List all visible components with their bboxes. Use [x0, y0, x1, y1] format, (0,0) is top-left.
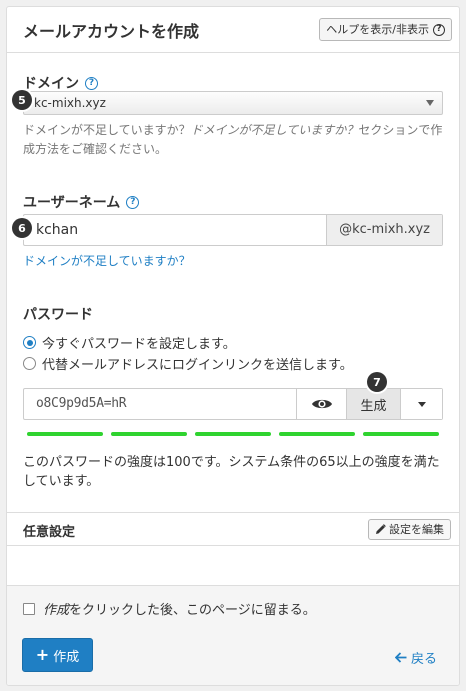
strength-segment	[279, 432, 355, 436]
form-footer: 作成をクリックした後、このページに留まる。 + 作成 戻る	[7, 585, 459, 685]
username-help-icon[interactable]: ?	[126, 195, 140, 209]
radio-set-password-now[interactable]: 今すぐパスワードを設定します。	[23, 333, 236, 352]
create-button[interactable]: + 作成	[22, 638, 93, 672]
password-strength-text: このパスワードの強度は100です。システム条件の65以上の強度を満たしています。	[23, 455, 440, 489]
eye-icon	[311, 399, 332, 409]
step-badge-7: 7	[367, 372, 387, 392]
edit-settings-button[interactable]: 設定を編集	[368, 519, 451, 540]
checkbox[interactable]	[23, 602, 35, 615]
domain-label-text: ドメイン	[23, 76, 79, 92]
domain-help-part1: ドメインが不足していますか？	[23, 123, 191, 137]
edit-settings-label: 設定を編集	[389, 523, 444, 536]
create-button-label: 作成	[53, 649, 80, 665]
strength-segment	[363, 432, 439, 436]
back-link[interactable]: 戻る	[394, 648, 437, 667]
toggle-help-label: ヘルプを表示/非表示	[326, 23, 429, 36]
radio-send-link-label: 代替メールアドレスにログインリンクを送信します。	[42, 358, 353, 373]
optional-settings-header: 任意設定 設定を編集	[7, 512, 459, 546]
panel-header: メールアカウントを作成 ヘルプを表示/非表示 ?	[7, 7, 459, 53]
domain-help-italic: ドメインが不足していますか？	[190, 123, 359, 137]
stay-rest-text: をクリックした後、このページに留まる。	[69, 603, 316, 618]
caret-down-icon	[417, 401, 426, 407]
arrow-left-icon	[394, 652, 407, 663]
password-input-group: o8C9p9d5A=hR 生成	[23, 388, 443, 420]
page-title: メールアカウントを作成	[23, 22, 200, 41]
username-domain-suffix: @kc-mixh.xyz	[326, 215, 442, 245]
missing-domain-link[interactable]: ドメインが不足していますか？	[23, 252, 191, 269]
generate-password-button[interactable]: 生成	[346, 389, 400, 419]
step-badge-5: 5	[12, 90, 32, 110]
username-input-group: kchan @kc-mixh.xyz	[23, 214, 443, 246]
pencil-icon	[376, 524, 386, 534]
optional-settings-title: 任意設定	[23, 525, 76, 540]
radio-button[interactable]	[23, 357, 36, 370]
username-label: ユーザーネーム ?	[23, 192, 140, 212]
radio-button-checked[interactable]	[23, 336, 36, 349]
plus-icon: +	[35, 645, 50, 664]
domain-select[interactable]: kc-mixh.xyz	[23, 91, 443, 115]
password-strength-meter	[27, 432, 439, 436]
radio-send-login-link[interactable]: 代替メールアドレスにログインリンクを送信します。	[23, 354, 353, 373]
strength-segment	[27, 432, 103, 436]
strength-segment	[195, 432, 271, 436]
domain-selected-value: kc-mixh.xyz	[34, 96, 106, 110]
step-badge-6: 6	[12, 218, 32, 238]
chevron-down-icon	[426, 100, 434, 106]
question-icon: ?	[433, 23, 445, 36]
password-input[interactable]: o8C9p9d5A=hR	[24, 389, 296, 419]
stay-on-page-checkbox[interactable]: 作成をクリックした後、このページに留まる。	[23, 599, 316, 618]
domain-help-icon[interactable]: ?	[85, 76, 98, 90]
stay-italic-text: 作成	[43, 603, 70, 618]
back-link-label: 戻る	[410, 652, 437, 667]
create-email-panel: メールアカウントを作成 ヘルプを表示/非表示 ? ドメイン ? kc-mixh.…	[6, 6, 460, 686]
toggle-help-button[interactable]: ヘルプを表示/非表示 ?	[319, 18, 452, 41]
strength-segment	[111, 432, 187, 436]
password-label-text: パスワード	[23, 307, 93, 323]
radio-set-password-label: 今すぐパスワードを設定します。	[42, 337, 236, 352]
domain-label: ドメイン ?	[23, 73, 98, 93]
password-options-dropdown[interactable]	[400, 389, 442, 419]
stay-on-page-label: 作成をクリックした後、このページに留まる。	[43, 599, 316, 618]
username-label-text: ユーザーネーム	[23, 195, 121, 211]
domain-help-text: ドメインが不足していますか？ドメインが不足していますか？セクションで作成方法をご…	[23, 121, 443, 159]
username-input[interactable]: kchan	[24, 215, 326, 245]
show-password-button[interactable]	[296, 389, 346, 419]
password-label: パスワード	[23, 304, 93, 324]
